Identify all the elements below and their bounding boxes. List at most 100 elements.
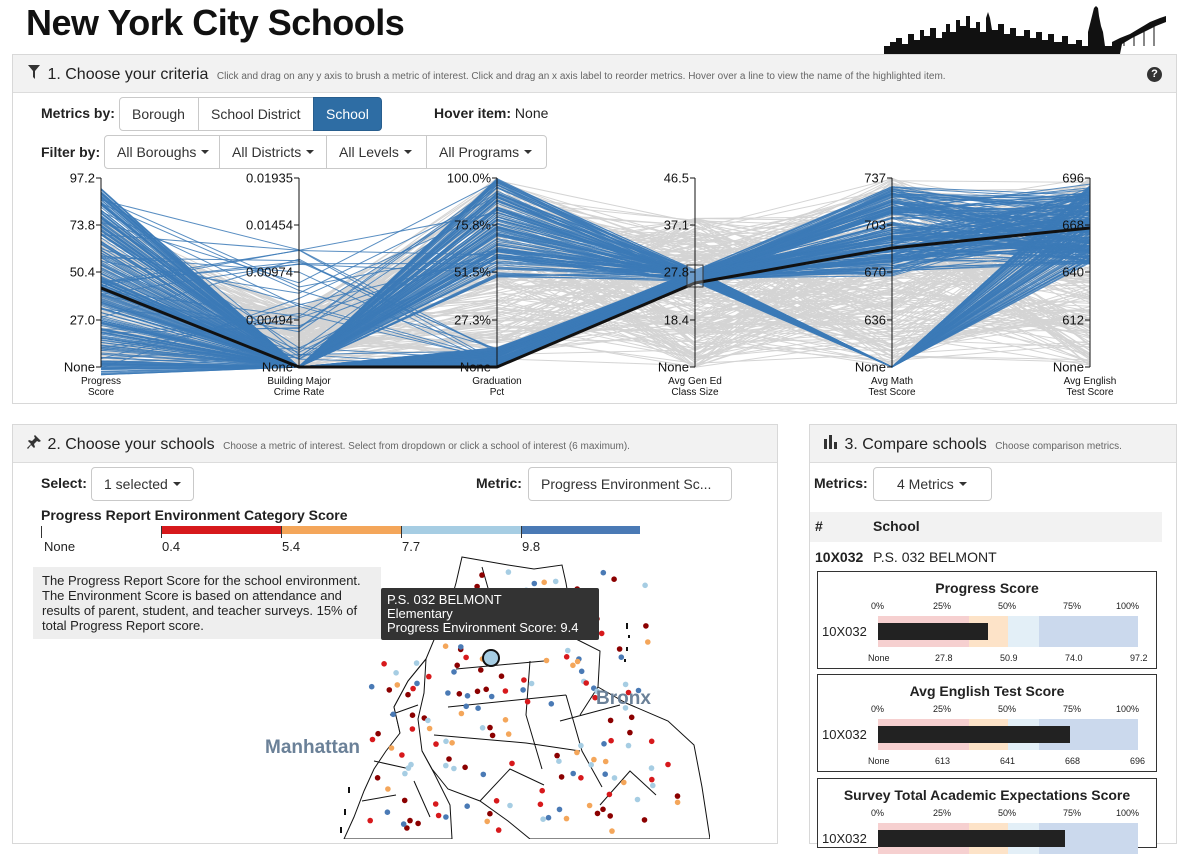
filter-boroughs-dropdown[interactable]: All Boroughs [104,135,220,169]
school-dot[interactable] [648,765,655,771]
school-dot[interactable] [405,691,411,698]
school-dot[interactable] [648,738,655,745]
school-dot[interactable] [607,717,614,724]
school-dot[interactable] [558,774,565,780]
compare-metrics-dropdown[interactable]: 4 Metrics [873,467,992,501]
school-dot[interactable] [495,827,502,833]
school-dot[interactable] [565,647,571,654]
school-dot[interactable] [665,761,671,768]
school-dot[interactable] [643,623,649,629]
school-dot[interactable] [462,764,468,771]
school-dot[interactable] [625,742,632,749]
selected-school-marker[interactable] [482,649,500,667]
school-dot[interactable] [443,814,449,820]
school-dot[interactable] [435,812,442,819]
school-dot[interactable] [393,670,399,676]
school-dot[interactable] [649,776,655,783]
school-dot[interactable] [645,639,651,645]
school-dot[interactable] [426,673,432,680]
school-dot[interactable] [608,737,614,744]
school-dot[interactable] [493,798,500,804]
school-dot[interactable] [556,758,562,764]
school-dot[interactable] [402,770,408,777]
school-dot[interactable] [410,685,416,692]
school-dot[interactable] [509,760,515,767]
school-dot[interactable] [539,787,545,794]
school-dot[interactable] [445,690,451,696]
school-dot[interactable] [578,742,584,749]
school-dot[interactable] [628,714,635,721]
school-dot[interactable] [484,818,490,825]
school-dot[interactable] [556,806,563,813]
school-dot[interactable] [622,681,629,688]
school-dot[interactable] [627,729,633,736]
school-dot[interactable] [498,673,505,679]
school-dot[interactable] [520,687,526,693]
school-dot[interactable] [563,815,570,822]
school-dot[interactable] [367,817,373,824]
school-select-dropdown[interactable]: 1 selected [91,467,194,501]
school-dot[interactable] [390,711,396,718]
school-dot[interactable] [451,765,457,772]
school-dot[interactable] [409,726,416,732]
school-dot[interactable] [641,817,648,823]
school-dot[interactable] [425,717,431,724]
school-dot[interactable] [433,741,439,747]
school-dot[interactable] [609,828,615,834]
school-dot[interactable] [563,654,570,660]
school-dot[interactable] [600,569,607,576]
school-dot[interactable] [541,579,547,586]
filter-districts-dropdown[interactable]: All Districts [219,135,327,169]
parallel-coordinates-plot[interactable]: 97.273.850.427.0NoneProgressScore0.01935… [12,170,1177,402]
school-dot[interactable] [552,578,559,585]
school-dot[interactable] [524,698,531,705]
school-dot[interactable] [458,710,465,717]
school-dot[interactable] [591,756,597,763]
school-dot[interactable] [394,682,401,688]
school-dot[interactable] [399,752,405,758]
school-dot[interactable] [611,775,618,781]
school-dot[interactable] [586,802,593,809]
school-dot[interactable] [489,732,496,739]
school-dot[interactable] [374,775,381,781]
school-dot[interactable] [475,705,481,711]
school-dot[interactable] [650,782,656,789]
school-dot[interactable] [464,803,470,809]
school-dot[interactable] [464,693,471,699]
school-dot[interactable] [385,786,391,792]
school-dot[interactable] [479,572,485,578]
school-dot[interactable] [607,813,613,819]
school-dot[interactable] [545,814,552,821]
school-dot[interactable] [502,717,509,723]
school-dot[interactable] [674,799,681,806]
school-dot[interactable] [600,806,606,813]
school-dot[interactable] [611,576,617,582]
school-dot[interactable] [528,680,535,687]
school-dot[interactable] [426,725,433,732]
metric-select-dropdown[interactable]: Progress Environment Sc... [528,467,732,501]
school-dot[interactable] [616,646,623,652]
school-dot[interactable] [578,775,584,781]
school-dot[interactable] [502,688,509,694]
school-dot[interactable] [442,643,449,649]
school-dot[interactable] [601,741,607,747]
school-dot[interactable] [400,821,407,827]
school-dot[interactable] [487,724,493,731]
school-dot[interactable] [401,797,408,804]
school-dot[interactable] [570,770,576,777]
school-dot[interactable] [543,657,550,664]
school-dot[interactable] [505,569,512,575]
school-dot[interactable] [463,654,469,661]
school-dot[interactable] [474,688,481,695]
metrics-by-school-button[interactable]: School [313,97,382,131]
school-dot[interactable] [583,680,589,686]
school-dot[interactable] [507,802,513,809]
school-dot[interactable] [602,758,609,765]
school-dot[interactable] [458,644,464,650]
school-dot[interactable] [598,630,605,637]
school-dot[interactable] [407,817,413,824]
school-dot[interactable] [446,756,452,762]
school-dot[interactable] [415,820,421,827]
school-dot[interactable] [432,801,439,807]
school-dot[interactable] [368,683,375,690]
